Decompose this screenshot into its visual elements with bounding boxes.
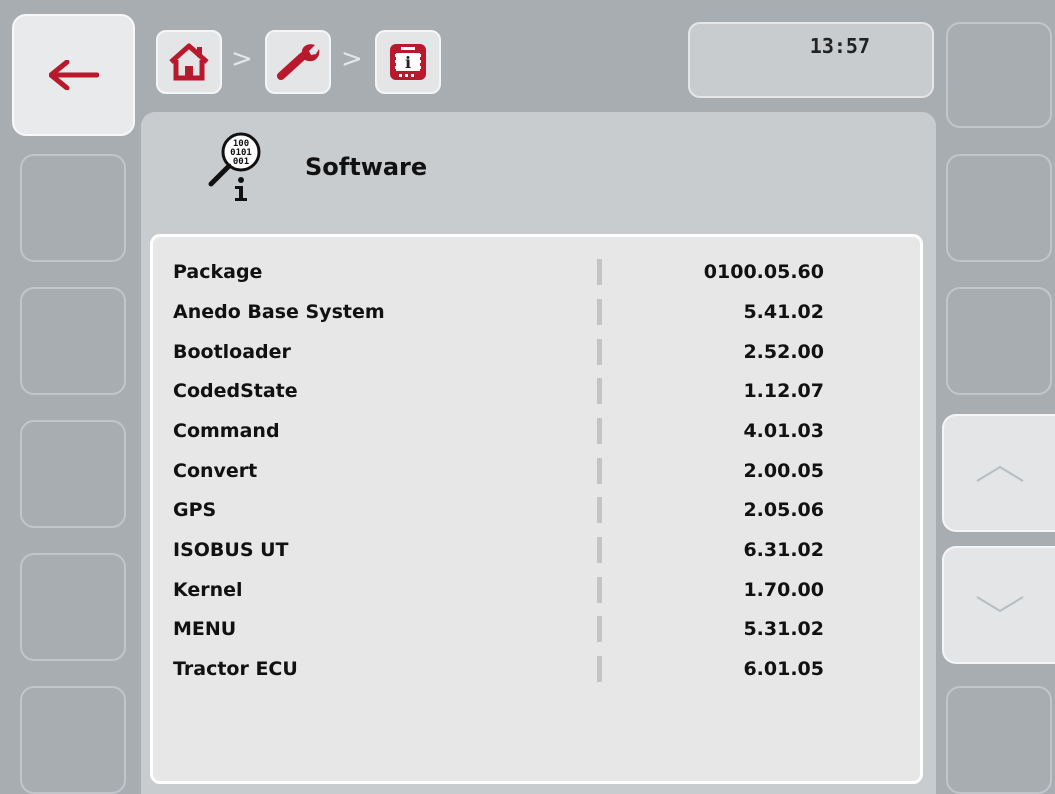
- svg-text:001: 001: [233, 157, 249, 167]
- scroll-down-button[interactable]: [942, 546, 1055, 664]
- column-divider: [597, 299, 602, 325]
- item-name: Tractor ECU: [173, 658, 298, 680]
- column-divider: [597, 616, 602, 642]
- list-item[interactable]: Bootloader 2.52.00: [153, 334, 920, 370]
- item-version: 2.52.00: [743, 341, 824, 363]
- breadcrumb-separator: >: [231, 44, 253, 74]
- software-list: Package 0100.05.60 Anedo Base System 5.4…: [150, 234, 923, 784]
- item-version: 1.70.00: [743, 579, 824, 601]
- item-name: CodedState: [173, 380, 298, 402]
- item-name: ISOBUS UT: [173, 539, 289, 561]
- column-divider: [597, 458, 602, 484]
- softkey-right-6[interactable]: [946, 686, 1052, 794]
- item-name: Bootloader: [173, 341, 291, 363]
- list-item[interactable]: Tractor ECU 6.01.05: [153, 651, 920, 687]
- softkey-left-3[interactable]: [20, 287, 126, 395]
- item-name: Anedo Base System: [173, 301, 385, 323]
- column-divider: [597, 418, 602, 444]
- softkey-left-5[interactable]: [20, 553, 126, 661]
- list-item[interactable]: Anedo Base System 5.41.02: [153, 294, 920, 330]
- item-version: 6.01.05: [743, 658, 824, 680]
- softkey-left-6[interactable]: [20, 686, 126, 794]
- column-divider: [597, 656, 602, 682]
- back-arrow-icon: [48, 60, 99, 90]
- item-name: GPS: [173, 499, 217, 521]
- item-name: Convert: [173, 460, 258, 482]
- item-version: 4.01.03: [743, 420, 824, 442]
- column-divider: [597, 339, 602, 365]
- column-divider: [597, 577, 602, 603]
- item-name: Kernel: [173, 579, 243, 601]
- item-version: 2.00.05: [743, 460, 824, 482]
- svg-text:i: i: [405, 53, 411, 72]
- page-title: Software: [305, 153, 428, 181]
- item-name: Command: [173, 420, 280, 442]
- column-divider: [597, 259, 602, 285]
- column-divider: [597, 378, 602, 404]
- clock: 13:57: [688, 22, 934, 98]
- home-icon: [169, 43, 209, 81]
- list-item[interactable]: ISOBUS UT 6.31.02: [153, 532, 920, 568]
- list-item[interactable]: Package 0100.05.60: [153, 254, 920, 290]
- list-item[interactable]: Kernel 1.70.00: [153, 572, 920, 608]
- item-version: 5.31.02: [743, 618, 824, 640]
- softkey-left-4[interactable]: [20, 420, 126, 528]
- softkey-right-2[interactable]: [946, 154, 1052, 262]
- software-info-icon: 100 0101 001: [205, 130, 269, 210]
- list-item[interactable]: Command 4.01.03: [153, 413, 920, 449]
- item-name: MENU: [173, 618, 237, 640]
- terminal-info-icon: i: [390, 44, 426, 80]
- wrench-icon: [277, 44, 320, 80]
- item-version: 5.41.02: [743, 301, 824, 323]
- list-item[interactable]: Convert 2.00.05: [153, 453, 920, 489]
- softkey-right-3[interactable]: [946, 287, 1052, 395]
- column-divider: [597, 497, 602, 523]
- softkey-left-2[interactable]: [20, 154, 126, 262]
- list-item[interactable]: GPS 2.05.06: [153, 492, 920, 528]
- breadcrumb-terminal-info[interactable]: i: [375, 30, 441, 94]
- item-version: 1.12.07: [743, 380, 824, 402]
- column-divider: [597, 537, 602, 563]
- chevron-up-icon: [975, 465, 1024, 482]
- scroll-up-button[interactable]: [942, 414, 1055, 532]
- breadcrumb-separator: >: [341, 44, 363, 74]
- breadcrumb-home[interactable]: [156, 30, 222, 94]
- softkey-right-1[interactable]: [946, 22, 1052, 128]
- item-version: 0100.05.60: [703, 261, 824, 283]
- item-version: 6.31.02: [743, 539, 824, 561]
- breadcrumb-settings[interactable]: [265, 30, 331, 94]
- chevron-down-icon: [975, 596, 1024, 613]
- item-version: 2.05.06: [743, 499, 824, 521]
- item-name: Package: [173, 261, 263, 283]
- back-button[interactable]: [12, 14, 135, 136]
- list-item[interactable]: MENU 5.31.02: [153, 611, 920, 647]
- list-item[interactable]: CodedState 1.12.07: [153, 373, 920, 409]
